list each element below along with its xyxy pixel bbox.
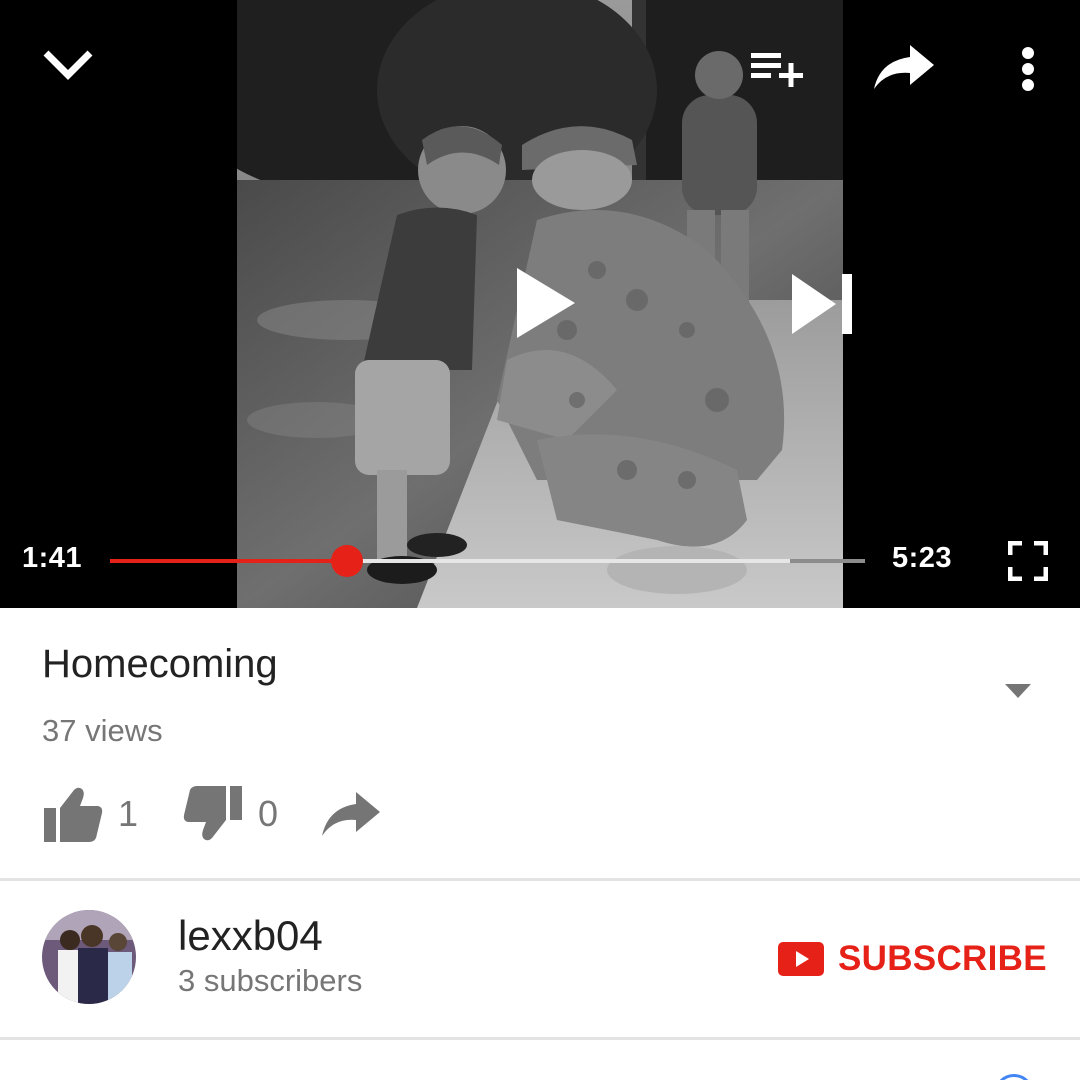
channel-avatar[interactable] xyxy=(42,910,136,1004)
seek-bar-played xyxy=(110,559,347,563)
video-player[interactable]: 1:41 5:23 xyxy=(0,0,1080,608)
channel-name[interactable]: lexxb04 xyxy=(178,912,323,960)
share-video-button[interactable] xyxy=(320,782,382,846)
fullscreen-icon xyxy=(1008,541,1048,581)
divider xyxy=(0,1037,1080,1040)
dislike-count: 0 xyxy=(258,793,279,834)
view-count: 37 views xyxy=(42,713,163,748)
seek-bar[interactable] xyxy=(110,545,865,577)
like-count: 1 xyxy=(118,793,139,834)
more-options-button[interactable] xyxy=(1000,38,1056,100)
share-icon xyxy=(874,45,934,89)
arrow-drop-down-icon xyxy=(1005,684,1031,698)
thumbs-down-icon xyxy=(183,786,242,841)
playlist-add-icon xyxy=(751,53,803,87)
share-icon xyxy=(322,792,380,836)
next-video-button[interactable] xyxy=(780,262,864,346)
like-button[interactable]: 1 xyxy=(42,782,138,846)
collapse-button[interactable] xyxy=(32,34,104,96)
partial-circle-icon xyxy=(994,1074,1034,1080)
chevron-down-icon xyxy=(43,50,93,80)
subscribe-label: SUBSCRIBE xyxy=(838,939,1047,978)
video-title: Homecoming xyxy=(42,642,278,686)
seek-bar-thumb[interactable] xyxy=(330,545,363,577)
dislike-button[interactable]: 0 xyxy=(182,782,278,846)
skip-next-icon xyxy=(792,274,852,334)
expand-description-button[interactable] xyxy=(998,676,1038,706)
current-time: 1:41 xyxy=(22,542,83,574)
play-button[interactable] xyxy=(500,252,592,354)
youtube-logo-icon xyxy=(778,942,824,976)
avatar-image xyxy=(42,910,136,1004)
add-to-queue-button[interactable] xyxy=(742,38,812,100)
play-icon xyxy=(517,268,575,338)
divider xyxy=(0,878,1080,881)
total-duration: 5:23 xyxy=(892,542,953,574)
fullscreen-button[interactable] xyxy=(1000,536,1056,586)
subscriber-count: 3 subscribers xyxy=(178,963,363,998)
subscribe-button[interactable]: SUBSCRIBE xyxy=(778,934,1047,984)
more-vert-icon xyxy=(1022,47,1034,91)
thumbs-up-icon xyxy=(44,787,103,842)
share-button[interactable] xyxy=(864,36,944,98)
